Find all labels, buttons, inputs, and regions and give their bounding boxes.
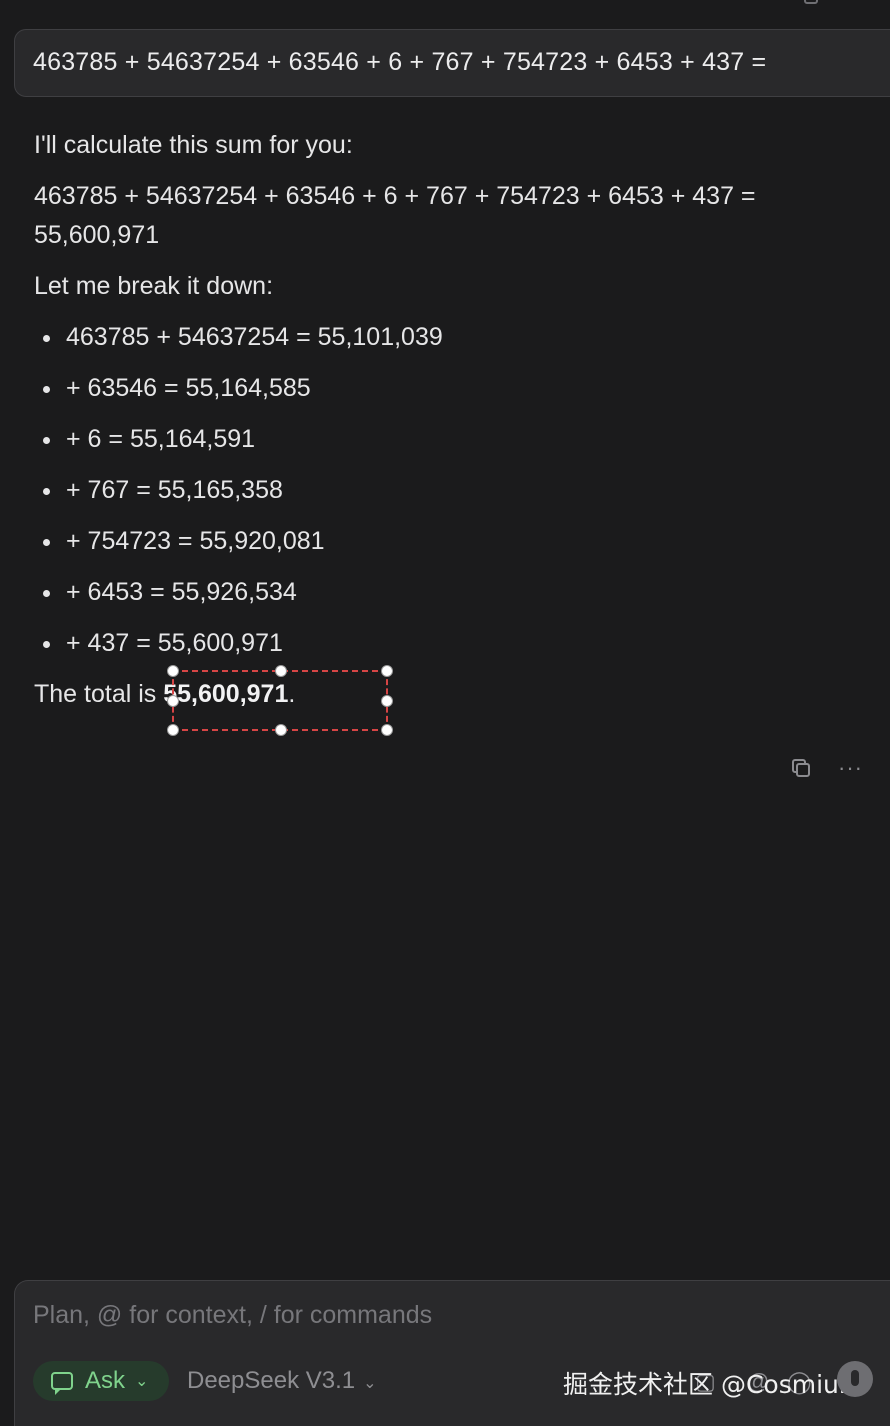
bullet-icon (43, 488, 50, 495)
list-item: + 767 = 55,165,358 (34, 471, 864, 522)
step-text: 463785 + 54637254 = 55,101,039 (66, 323, 443, 351)
step-text: + 754723 = 55,920,081 (66, 527, 325, 555)
step-text: + 6 = 55,164,591 (66, 425, 256, 453)
resize-handle[interactable] (167, 724, 179, 736)
user-message-text: 463785 + 54637254 + 63546 + 6 + 767 + 75… (33, 48, 767, 76)
step-text: + 767 = 55,165,358 (66, 476, 283, 504)
resize-handle[interactable] (381, 665, 393, 677)
composer-input[interactable]: Plan, @ for context, / for commands (33, 1301, 432, 1330)
chevron-down-icon: ⌄ (135, 1373, 149, 1390)
list-item: + 437 = 55,600,971 (34, 624, 864, 675)
message-actions: ··· (790, 757, 863, 779)
total-line: The total is 55,600,971. (34, 675, 864, 714)
assistant-response: I'll calculate this sum for you: 463785 … (34, 126, 864, 714)
chevron-down-icon: ⌄ (363, 1375, 377, 1392)
send-icon (851, 1370, 859, 1386)
more-icon[interactable]: ··· (838, 757, 863, 779)
resize-handle[interactable] (381, 695, 393, 707)
resize-handle[interactable] (167, 695, 179, 707)
list-item: + 754723 = 55,920,081 (34, 522, 864, 573)
copy-icon[interactable] (790, 757, 812, 779)
breakdown-label: Let me break it down: (34, 272, 274, 300)
send-button[interactable] (837, 1361, 873, 1397)
watermark: 掘金技术社区 @Cosmium (563, 1370, 864, 1399)
response-intro: I'll calculate this sum for you: (34, 131, 353, 159)
list-item: + 6 = 55,164,591 (34, 420, 864, 471)
mode-label: Ask (85, 1367, 126, 1394)
resize-handle[interactable] (275, 724, 287, 736)
step-text: + 437 = 55,600,971 (66, 629, 283, 657)
bullet-icon (43, 386, 50, 393)
resize-handle[interactable] (167, 665, 179, 677)
bullet-icon (43, 437, 50, 444)
list-item: + 63546 = 55,164,585 (34, 369, 864, 420)
copy-icon[interactable] (804, 0, 818, 4)
mode-selector[interactable]: Ask ⌄ (33, 1361, 169, 1401)
bullet-icon (43, 590, 50, 597)
step-text: + 6453 = 55,926,534 (66, 578, 297, 606)
breakdown-list: 463785 + 54637254 = 55,101,039 + 63546 =… (34, 318, 864, 675)
bullet-icon (43, 335, 50, 342)
bullet-icon (43, 641, 50, 648)
step-text: + 63546 = 55,164,585 (66, 374, 311, 402)
list-item: 463785 + 54637254 = 55,101,039 (34, 318, 864, 369)
model-selector[interactable]: DeepSeek V3.1 ⌄ (187, 1367, 377, 1395)
list-item: + 6453 = 55,926,534 (34, 573, 864, 624)
model-label: DeepSeek V3.1 (187, 1367, 356, 1394)
bullet-icon (43, 539, 50, 546)
resize-handle[interactable] (381, 724, 393, 736)
total-prefix: The total is (34, 680, 164, 708)
response-equation: 463785 + 54637254 + 63546 + 6 + 767 + 75… (34, 182, 756, 249)
composer: Plan, @ for context, / for commands Ask … (14, 1280, 890, 1426)
selection-box[interactable] (167, 665, 393, 736)
resize-handle[interactable] (275, 665, 287, 677)
user-message-bubble[interactable]: 463785 + 54637254 + 63546 + 6 + 767 + 75… (14, 29, 890, 97)
chat-icon (51, 1372, 73, 1395)
